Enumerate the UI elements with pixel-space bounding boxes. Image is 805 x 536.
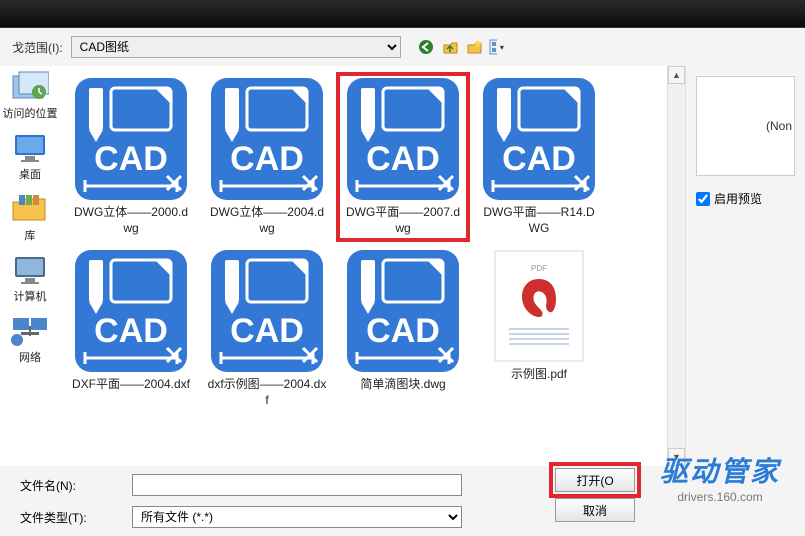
- file-name: 示例图.pdf: [511, 366, 567, 382]
- place-libraries[interactable]: 库: [11, 192, 49, 243]
- file-item[interactable]: CAD DWG立体——2004.dwg: [202, 74, 332, 240]
- lookin-dropdown[interactable]: CAD图纸: [71, 36, 401, 58]
- svg-text:CAD: CAD: [366, 312, 440, 350]
- pdf-header: PDF: [531, 264, 547, 273]
- file-pane: CAD DWG立体——2000.dwg CAD DWG立体——2004.dwg …: [60, 66, 667, 466]
- new-folder-icon[interactable]: [465, 38, 483, 56]
- filetype-label: 文件类型(T):: [10, 509, 120, 526]
- preview-panel: (Non 启用预览: [685, 66, 805, 466]
- file-item[interactable]: CAD DWG立体——2000.dwg: [66, 74, 196, 240]
- place-label: 计算机: [14, 288, 47, 304]
- cad-icon: CAD: [483, 78, 595, 200]
- place-label: 网络: [19, 349, 41, 365]
- cancel-button[interactable]: 取消: [555, 498, 635, 522]
- file-item[interactable]: CAD DXF平面——2004.dxf: [66, 246, 196, 412]
- place-recent[interactable]: 访问的位置: [3, 70, 58, 121]
- svg-text:CAD: CAD: [230, 140, 304, 178]
- scroll-track[interactable]: [668, 84, 685, 448]
- svg-text:CAD: CAD: [94, 312, 168, 350]
- file-name: dxf示例图——2004.dxf: [206, 376, 328, 408]
- lookin-label: 戈范围(I):: [12, 39, 63, 56]
- scroll-down-icon[interactable]: ▼: [668, 448, 685, 466]
- preview-box: (Non: [696, 76, 795, 176]
- open-button[interactable]: 打开(O: [555, 468, 635, 492]
- svg-text:CAD: CAD: [94, 140, 168, 178]
- svg-text:CAD: CAD: [502, 140, 576, 178]
- filename-input[interactable]: [132, 474, 462, 496]
- cad-icon: CAD: [347, 78, 459, 200]
- cad-icon: CAD: [75, 78, 187, 200]
- file-item[interactable]: CAD DWG平面——R14.DWG: [474, 74, 604, 240]
- views-icon[interactable]: ▾: [489, 38, 507, 56]
- file-name: DXF平面——2004.dxf: [72, 376, 190, 392]
- cad-icon: CAD: [347, 250, 459, 372]
- file-name: DWG平面——2007.dwg: [342, 204, 464, 236]
- file-item[interactable]: PDF 示例图.pdf: [474, 246, 604, 412]
- place-desktop[interactable]: 桌面: [11, 131, 49, 182]
- cad-icon: CAD: [75, 250, 187, 372]
- nav-icons: ▾: [417, 38, 507, 56]
- svg-text:CAD: CAD: [230, 312, 304, 350]
- cad-icon: CAD: [211, 250, 323, 372]
- lookin-row: 戈范围(I): CAD图纸 ▾: [0, 28, 805, 66]
- enable-preview-input[interactable]: [696, 192, 710, 206]
- back-icon[interactable]: [417, 38, 435, 56]
- enable-preview-checkbox[interactable]: 启用预览: [696, 190, 795, 207]
- place-label: 库: [25, 227, 36, 243]
- bottom-panel: 文件名(N): 文件类型(T): 所有文件 (*.*) 打开(O 取消: [0, 466, 805, 536]
- place-network[interactable]: 网络: [11, 314, 49, 365]
- place-label: 访问的位置: [3, 105, 58, 121]
- filename-label: 文件名(N):: [10, 477, 120, 494]
- file-item[interactable]: CAD 简单滴图块.dwg: [338, 246, 468, 412]
- svg-text:CAD: CAD: [366, 140, 440, 178]
- file-name: DWG立体——2004.dwg: [206, 204, 328, 236]
- window-titlebar: [0, 0, 805, 28]
- place-label: 桌面: [19, 166, 41, 182]
- file-name: DWG立体——2000.dwg: [70, 204, 192, 236]
- cad-icon: CAD: [211, 78, 323, 200]
- file-name: DWG平面——R14.DWG: [478, 204, 600, 236]
- scrollbar[interactable]: ▲ ▼: [667, 66, 685, 466]
- file-name: 简单滴图块.dwg: [360, 376, 445, 392]
- places-sidebar: 访问的位置 桌面 库 计算机 网络: [0, 66, 60, 466]
- up-icon[interactable]: [441, 38, 459, 56]
- pdf-icon: PDF: [494, 250, 584, 362]
- enable-preview-label: 启用预览: [714, 190, 762, 207]
- file-item[interactable]: CAD DWG平面——2007.dwg: [338, 74, 468, 240]
- scroll-up-icon[interactable]: ▲: [668, 66, 685, 84]
- filetype-dropdown[interactable]: 所有文件 (*.*): [132, 506, 462, 528]
- file-item[interactable]: CAD dxf示例图——2004.dxf: [202, 246, 332, 412]
- place-computer[interactable]: 计算机: [11, 253, 49, 304]
